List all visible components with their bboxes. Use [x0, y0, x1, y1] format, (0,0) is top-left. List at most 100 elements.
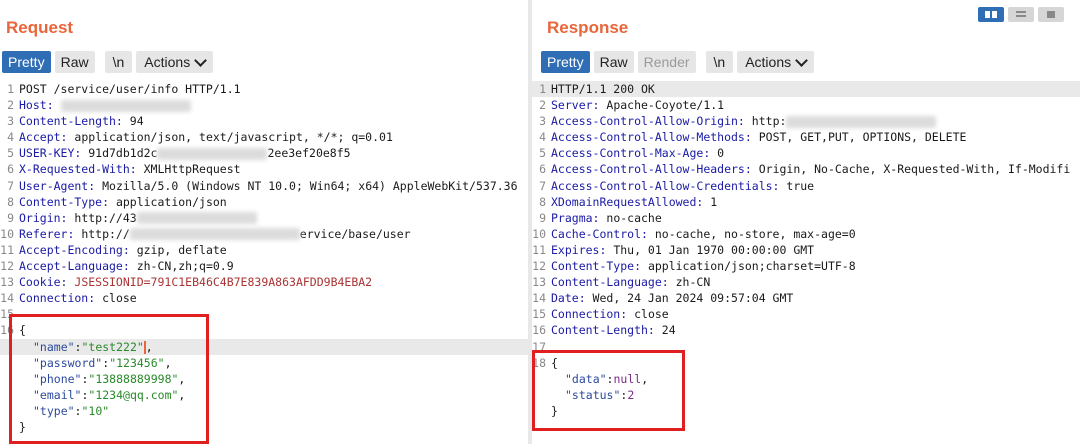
code-line: 8 Content-Type: application/json [0, 194, 528, 210]
code-text: Host: [19, 97, 191, 113]
response-tab-raw[interactable]: Raw [593, 51, 634, 73]
code-line: 3 Access-Control-Allow-Origin: http: [532, 113, 1080, 129]
request-tab-pretty[interactable]: Pretty [2, 51, 51, 73]
header-name: Connection: [19, 291, 96, 306]
header-value: JSESSIONID=791C1EB46C4B7E839A863AFDD9B4E… [67, 275, 373, 290]
code-line: 10 Referer: http:// ervice/base/user [0, 226, 528, 242]
code-text: Content-Length: 24 [551, 322, 676, 338]
redacted-value [60, 99, 191, 112]
code-text: Access-Control-Allow-Credentials: true [551, 178, 814, 194]
header-value: zh-CN [668, 275, 711, 290]
header-name: Server: [551, 98, 600, 113]
code-text: Cache-Control: no-cache, no-store, max-a… [551, 226, 856, 242]
header-value: application/json, text/javascript, */*; … [67, 130, 393, 145]
line-number: 2 [7, 98, 14, 113]
code-text: Access-Control-Max-Age: 0 [551, 145, 724, 161]
header-value: XMLHttpRequest [136, 162, 241, 177]
code-text: Content-Type: application/json [19, 194, 227, 210]
response-tab-render[interactable]: Render [637, 51, 696, 73]
request-pane: Request Pretty Raw \n Actions 1 POST /ser… [0, 0, 528, 444]
header-name: Origin: [19, 210, 68, 225]
code-text: Connection: close [551, 306, 669, 322]
code-line: 15 Connection: close [532, 306, 1080, 322]
line-number: 7 [7, 178, 14, 193]
code-text: Content-Language: zh-CN [551, 274, 710, 290]
header-value: no-cache [599, 210, 662, 225]
layout-stacked-icon[interactable] [1008, 7, 1034, 22]
response-newline-toggle[interactable]: \n [705, 51, 734, 73]
code-text: Content-Type: application/json;charset=U… [551, 258, 856, 274]
header-value: 24 [654, 323, 676, 338]
request-actions-label: Actions [144, 54, 191, 70]
response-tab-pretty[interactable]: Pretty [541, 51, 590, 73]
header-name: Access-Control-Allow-Origin: [551, 114, 745, 129]
header-value-tail: ervice/base/user [299, 226, 411, 241]
line-text: HTTP/1.1 200 OK [551, 82, 655, 96]
code-text: Pragma: no-cache [551, 210, 662, 226]
code-line: 1 POST /service/user/info HTTP/1.1 [0, 81, 528, 97]
response-actions-dropdown[interactable]: Actions [737, 51, 815, 73]
redacted-value [157, 147, 268, 160]
header-value: Thu, 01 Jan 1970 00:00:00 GMT [606, 242, 815, 257]
line-number: 7 [539, 178, 546, 193]
line-number: 1 [539, 82, 546, 96]
header-name: XDomainRequestAllowed: [551, 194, 704, 209]
code-line: 12 Content-Type: application/json;charset… [532, 258, 1080, 274]
line-number: 6 [7, 162, 14, 177]
code-text: Date: Wed, 24 Jan 2024 09:57:04 GMT [551, 290, 793, 306]
code-text: Server: Apache-Coyote/1.1 [551, 97, 724, 113]
code-text: Referer: http:// ervice/base/user [19, 226, 411, 242]
request-newline-toggle[interactable]: \n [104, 51, 133, 73]
header-value: Apache-Coyote/1.1 [599, 98, 725, 113]
header-value: zh-CN,zh;q=0.9 [129, 259, 234, 274]
code-line: 6 Access-Control-Allow-Headers: Origin, N… [532, 161, 1080, 177]
line-number: 1 [7, 82, 14, 96]
header-value: Origin, No-Cache, X-Requested-With, If-M… [751, 162, 1071, 177]
code-line: 7 User-Agent: Mozilla/5.0 (Windows NT 10.… [0, 178, 528, 194]
header-name: Connection: [551, 307, 628, 322]
header-value: http://43 [67, 210, 137, 225]
header-value: 91d7db1d2c [81, 146, 158, 161]
line-number: 5 [539, 146, 546, 161]
code-line: 11 Expires: Thu, 01 Jan 1970 00:00:00 GMT [532, 242, 1080, 258]
line-number: 6 [539, 162, 546, 177]
code-text: XDomainRequestAllowed: 1 [551, 194, 717, 210]
request-title: Request [6, 18, 74, 37]
layout-single-icon[interactable] [1038, 7, 1064, 22]
header-value: http: [744, 114, 787, 129]
request-tab-raw[interactable]: Raw [54, 51, 95, 73]
request-actions-dropdown[interactable]: Actions [136, 51, 214, 73]
header-value: application/json;charset=UTF-8 [641, 259, 856, 274]
line-number: 12 [0, 259, 14, 274]
code-line: 3 Content-Length: 94 [0, 113, 528, 129]
line-number: 13 [0, 275, 14, 290]
layout-side-by-side-icon[interactable] [978, 7, 1004, 22]
header-name: Cache-Control: [551, 226, 648, 241]
header-name: Access-Control-Max-Age: [551, 146, 711, 161]
line-number: 8 [7, 194, 14, 209]
code-text: Access-Control-Allow-Methods: POST, GET,… [551, 129, 966, 145]
response-pane: Response Pretty Raw Render \n Actions 1H… [532, 0, 1080, 444]
line-text: POST /service/user/info HTTP/1.1 [19, 82, 241, 96]
header-name: Access-Control-Allow-Credentials: [551, 178, 780, 193]
header-value: gzip, deflate [129, 242, 227, 257]
code-line: 13 Cookie: JSESSIONID=791C1EB46C4B7E839A8… [0, 274, 528, 290]
line-number: 11 [532, 242, 546, 257]
code-line: 13 Content-Language: zh-CN [532, 274, 1080, 290]
response-title: Response [547, 18, 629, 37]
code-line: 6 X-Requested-With: XMLHttpRequest [0, 161, 528, 177]
response-body-highlight [532, 350, 685, 431]
header-name: Access-Control-Allow-Headers: [551, 162, 752, 177]
header-name: Accept: [19, 130, 68, 145]
code-text: Accept-Encoding: gzip, deflate [19, 242, 227, 258]
line-number: 13 [532, 275, 546, 290]
header-value: true [779, 178, 815, 193]
code-line: 12 Accept-Language: zh-CN,zh;q=0.9 [0, 258, 528, 274]
header-name: Host: [19, 98, 54, 113]
line-number: 12 [532, 259, 546, 274]
code-text: Connection: close [19, 290, 137, 306]
code-line: 5 USER-KEY: 91d7db1d2c 2ee3ef20e8f5 [0, 145, 528, 161]
header-value: close [95, 291, 137, 306]
header-name: Expires: [551, 242, 607, 257]
code-text: POST /service/user/info HTTP/1.1 [19, 81, 241, 97]
